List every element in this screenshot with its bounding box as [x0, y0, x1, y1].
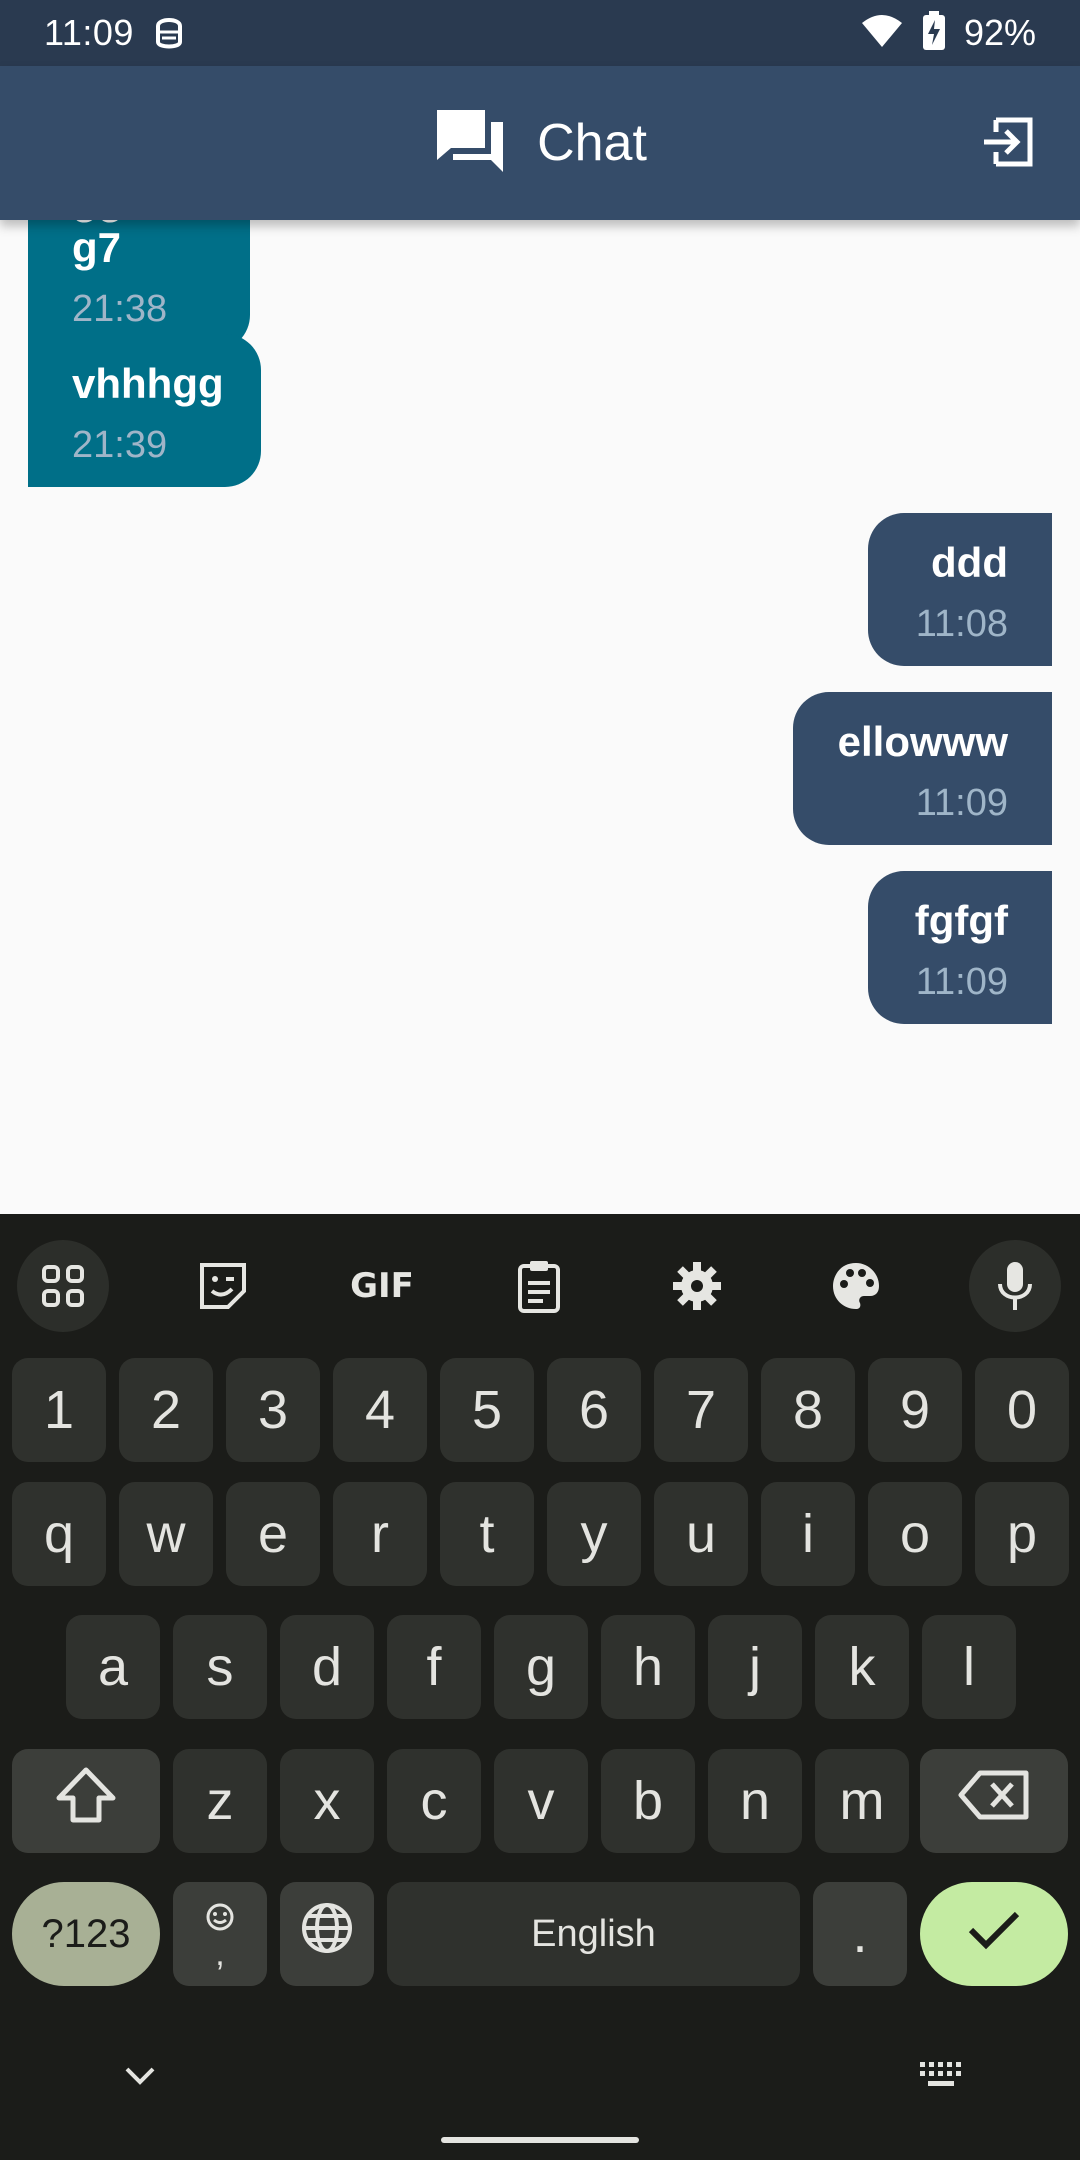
key-c[interactable]: c: [387, 1749, 481, 1853]
message-bubble-outgoing[interactable]: fgfgf 11:09: [868, 871, 1052, 1024]
key-0[interactable]: 0: [975, 1358, 1069, 1462]
app-bar: Chat: [0, 66, 1080, 220]
message-time: 21:38: [72, 288, 168, 330]
key-w[interactable]: w: [119, 1482, 213, 1586]
wifi-icon: [860, 13, 904, 54]
key-7[interactable]: 7: [654, 1358, 748, 1462]
comma-label: ,: [215, 1934, 225, 1973]
key-f[interactable]: f: [387, 1615, 481, 1719]
key-q[interactable]: q: [12, 1482, 106, 1586]
apps-grid-icon[interactable]: [17, 1240, 109, 1332]
keyboard-switch-icon[interactable]: [918, 2060, 964, 2095]
message-bubble-outgoing[interactable]: ddd 11:08: [868, 513, 1052, 666]
message-time: 21:39: [72, 424, 168, 466]
key-i[interactable]: i: [761, 1482, 855, 1586]
key-9[interactable]: 9: [868, 1358, 962, 1462]
key-2[interactable]: 2: [119, 1358, 213, 1462]
key-d[interactable]: d: [280, 1615, 374, 1719]
message-time: 11:09: [915, 782, 1008, 824]
message-text: vhhhgg: [72, 360, 224, 407]
key-u[interactable]: u: [654, 1482, 748, 1586]
backspace-icon: [958, 1769, 1030, 1834]
message-bubble-incoming[interactable]: vhhhgg 21:39: [28, 334, 261, 487]
key-v[interactable]: v: [494, 1749, 588, 1853]
enter-key[interactable]: [920, 1882, 1068, 1986]
battery-charging-icon: [922, 10, 946, 56]
key-t[interactable]: t: [440, 1482, 534, 1586]
key-n[interactable]: n: [708, 1749, 802, 1853]
key-b[interactable]: b: [601, 1749, 695, 1853]
message-time: 11:08: [915, 603, 1008, 645]
navigation-bar: [0, 2030, 1080, 2160]
logout-button[interactable]: [972, 108, 1044, 180]
app-title: Chat: [537, 114, 647, 172]
key-g[interactable]: g: [494, 1615, 588, 1719]
period-key[interactable]: .: [813, 1882, 907, 1986]
key-k[interactable]: k: [815, 1615, 909, 1719]
message-bubble-outgoing[interactable]: ellowww 11:09: [793, 692, 1052, 845]
message-time: 11:09: [915, 961, 1008, 1003]
globe-icon: [300, 1901, 354, 1968]
clipboard-icon[interactable]: [493, 1240, 585, 1332]
key-z[interactable]: z: [173, 1749, 267, 1853]
message-text: ddd: [931, 539, 1008, 586]
message-text: ellowww: [837, 718, 1008, 765]
key-r[interactable]: r: [333, 1482, 427, 1586]
shift-key[interactable]: [12, 1749, 160, 1853]
key-5[interactable]: 5: [440, 1358, 534, 1462]
checkmark-icon: [966, 1903, 1022, 1965]
logout-icon: [980, 116, 1036, 173]
status-bar: 11:09 92%: [0, 0, 1080, 66]
key-e[interactable]: e: [226, 1482, 320, 1586]
soft-keyboard: GIF 1 2 3 4 5 6 7 8 9 0 q w e r t y u i …: [0, 1214, 1080, 2160]
sticker-icon[interactable]: [177, 1240, 269, 1332]
palette-icon[interactable]: [810, 1240, 902, 1332]
key-1[interactable]: 1: [12, 1358, 106, 1462]
gif-label: GIF: [350, 1266, 414, 1306]
battery-percent: 92%: [963, 12, 1036, 53]
voice-input-icon[interactable]: [969, 1240, 1061, 1332]
notification-icon: [152, 12, 186, 55]
settings-icon[interactable]: [651, 1240, 743, 1332]
key-j[interactable]: j: [708, 1615, 802, 1719]
key-a[interactable]: a: [66, 1615, 160, 1719]
chat-bubbles-icon: [433, 106, 507, 181]
message-list[interactable]: gg7-g7 21:38 vhhhgg 21:39 ddd 11:08 ello…: [0, 220, 1080, 1214]
key-p[interactable]: p: [975, 1482, 1069, 1586]
key-h[interactable]: h: [601, 1615, 695, 1719]
key-3[interactable]: 3: [226, 1358, 320, 1462]
backspace-key[interactable]: [920, 1749, 1068, 1853]
key-x[interactable]: x: [280, 1749, 374, 1853]
key-6[interactable]: 6: [547, 1358, 641, 1462]
shift-icon: [55, 1766, 117, 1837]
key-4[interactable]: 4: [333, 1358, 427, 1462]
message-text: fgfgf: [914, 897, 1008, 944]
message-bubble-incoming[interactable]: gg7-g7 21:38: [28, 220, 250, 351]
screen: 11:09 92% Chat g7 21:38 vhhhgg 21:39 ddd…: [0, 0, 1080, 2160]
key-y[interactable]: y: [547, 1482, 641, 1586]
message-text: gg7-g7: [72, 220, 161, 271]
key-m[interactable]: m: [815, 1749, 909, 1853]
key-8[interactable]: 8: [761, 1358, 855, 1462]
hide-keyboard-icon[interactable]: [122, 2064, 158, 2093]
space-key[interactable]: English: [387, 1882, 800, 1986]
language-key[interactable]: [280, 1882, 374, 1986]
key-l[interactable]: l: [922, 1615, 1016, 1719]
home-indicator[interactable]: [441, 2137, 639, 2143]
keyboard-toolbar: GIF: [0, 1226, 1080, 1344]
key-o[interactable]: o: [868, 1482, 962, 1586]
status-time: 11:09: [44, 12, 134, 53]
key-s[interactable]: s: [173, 1615, 267, 1719]
symbols-key[interactable]: ?123: [12, 1882, 160, 1986]
gif-icon[interactable]: GIF: [336, 1240, 428, 1332]
emoji-comma-key[interactable]: ,: [173, 1882, 267, 1986]
